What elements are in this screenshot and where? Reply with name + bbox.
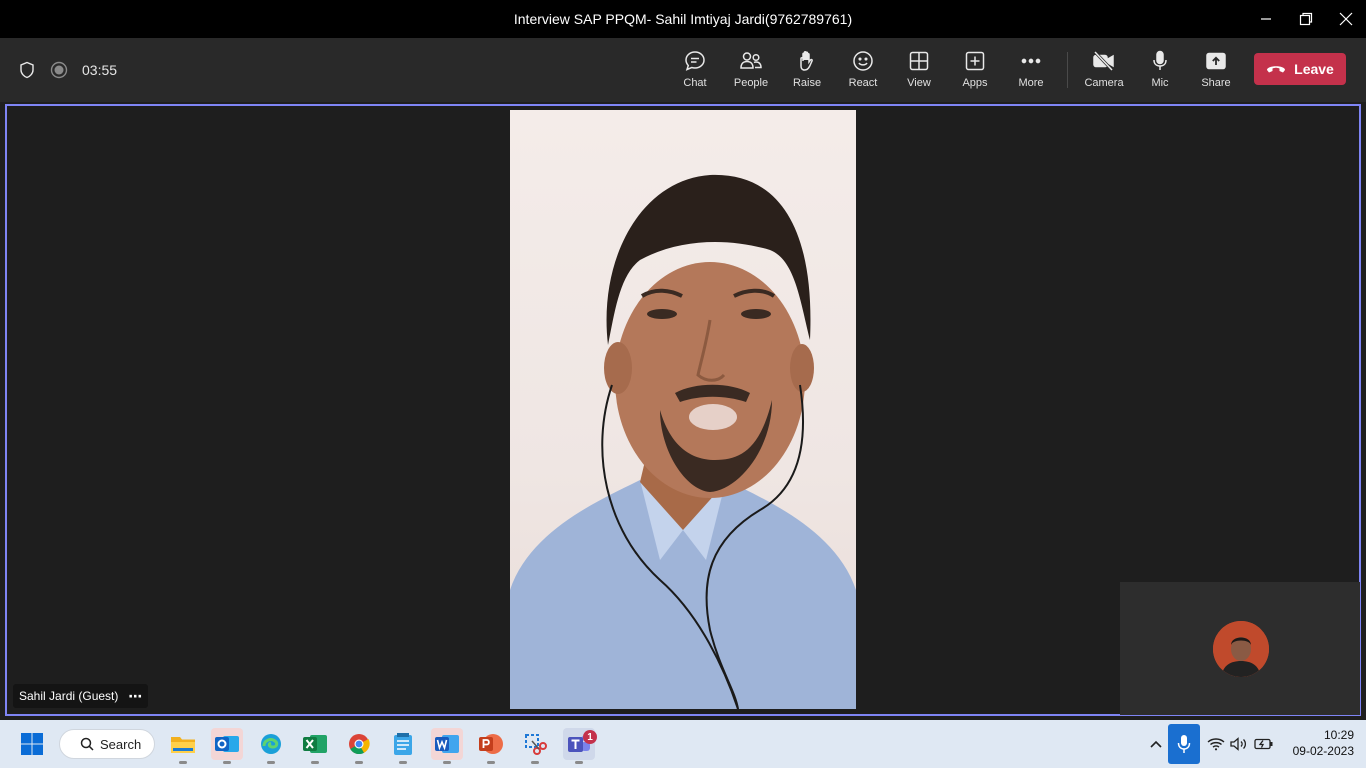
toolbar-divider: [1067, 52, 1068, 88]
excel-app[interactable]: [299, 728, 331, 764]
participant-options-button[interactable]: ⋯: [128, 688, 142, 705]
file-explorer-app[interactable]: [167, 728, 199, 764]
excel-icon: [303, 735, 327, 753]
file-explorer-icon: [171, 737, 195, 753]
window-titlebar: Interview SAP PPQM- Sahil Imtiyaj Jardi(…: [0, 0, 1366, 38]
snipping-tool-icon: [525, 734, 547, 755]
leave-label: Leave: [1294, 61, 1334, 77]
battery-charging-icon: [1254, 738, 1273, 750]
mic-icon: [1153, 50, 1167, 70]
show-hidden-icons-button[interactable]: [1146, 720, 1166, 768]
leave-button[interactable]: Leave: [1254, 53, 1346, 85]
start-icon: [21, 733, 43, 755]
raise-hand-icon: [800, 51, 813, 71]
window-title: Interview SAP PPQM- Sahil Imtiyaj Jardi(…: [513, 11, 853, 27]
participant-figure: [510, 174, 856, 709]
meeting-timer: 03:55: [82, 62, 118, 78]
more-button[interactable]: More: [1004, 48, 1058, 94]
chat-icon: [685, 51, 705, 71]
powerpoint-icon: [479, 734, 503, 754]
edge-app[interactable]: [255, 728, 287, 764]
minimize-icon: [1261, 18, 1271, 20]
notepad-icon: [394, 733, 412, 755]
word-app[interactable]: [431, 728, 463, 764]
search-icon: [80, 737, 94, 751]
recording-icon: [50, 61, 68, 79]
meeting-info: 03:55: [18, 38, 117, 102]
maximize-button[interactable]: [1286, 0, 1326, 38]
chrome-icon: [349, 734, 370, 755]
hang-up-icon: [1267, 66, 1286, 73]
mic-in-use-indicator[interactable]: [1168, 724, 1200, 764]
chat-button[interactable]: Chat: [668, 48, 722, 94]
shield-icon: [20, 61, 34, 79]
network-button[interactable]: [1206, 720, 1226, 768]
close-icon: [1339, 12, 1353, 26]
smiley-icon: [853, 51, 873, 71]
wifi-icon: [1207, 738, 1225, 751]
chrome-app[interactable]: [343, 728, 375, 764]
battery-button[interactable]: [1253, 720, 1275, 768]
speaker-icon: [1230, 737, 1247, 751]
mic-button[interactable]: Mic: [1133, 48, 1187, 94]
meeting-toolbar: 03:55 Chat People Raise React View Apps …: [0, 38, 1366, 102]
people-icon: [740, 52, 762, 69]
share-button[interactable]: Share: [1189, 48, 1243, 94]
taskbar-clock[interactable]: 10:29 09-02-2023: [1284, 727, 1354, 759]
clock-time: 10:29: [1323, 728, 1354, 742]
powerpoint-app[interactable]: [475, 728, 507, 764]
teams-notification-badge: 1: [583, 730, 597, 744]
start-button[interactable]: [16, 728, 48, 760]
outlook-app[interactable]: [211, 728, 243, 764]
chevron-up-icon: [1150, 740, 1162, 748]
word-icon: [435, 735, 459, 753]
participant-name-card: Sahil Jardi (Guest) ⋯: [13, 684, 149, 708]
snipping-tool-app[interactable]: [519, 728, 551, 764]
notepad-app[interactable]: [387, 728, 419, 764]
view-button[interactable]: View: [892, 48, 946, 94]
raise-hand-button[interactable]: Raise: [780, 48, 834, 94]
minimize-button[interactable]: [1246, 0, 1286, 38]
camera-button[interactable]: Camera: [1077, 48, 1131, 94]
grid-view-icon: [909, 51, 929, 71]
outlook-icon: [215, 736, 239, 752]
taskbar-search[interactable]: Search: [59, 729, 155, 759]
react-button[interactable]: React: [836, 48, 890, 94]
people-button[interactable]: People: [724, 48, 778, 94]
volume-button[interactable]: [1229, 720, 1249, 768]
participant-name: Sahil Jardi (Guest): [19, 689, 119, 703]
close-button[interactable]: [1326, 0, 1366, 38]
edge-icon: [261, 734, 281, 754]
clock-date: 09-02-2023: [1292, 744, 1354, 758]
ellipsis-icon: [1021, 58, 1041, 64]
self-avatar: [1213, 621, 1269, 677]
tray-mic-icon: [1177, 735, 1191, 753]
participant-video[interactable]: [510, 110, 856, 709]
share-icon: [1206, 52, 1226, 70]
apps-plus-icon: [965, 51, 985, 71]
restore-icon: [1299, 12, 1313, 26]
camera-off-icon: [1093, 50, 1114, 72]
apps-button[interactable]: Apps: [948, 48, 1002, 94]
